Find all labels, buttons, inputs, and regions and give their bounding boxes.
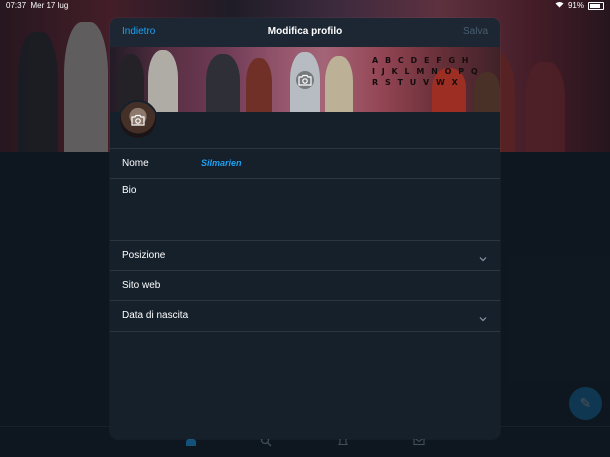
- website-field[interactable]: Sito web: [110, 271, 500, 301]
- change-header-camera-icon[interactable]: [296, 71, 314, 89]
- status-bar: 07:37 Mer 17 lug 91%: [0, 0, 610, 12]
- battery-percent: 91%: [567, 1, 584, 10]
- website-label: Sito web: [122, 280, 161, 291]
- name-value[interactable]: Silmarien: [201, 158, 242, 168]
- bio-field[interactable]: Bio: [110, 179, 500, 241]
- status-time: 07:37: [6, 1, 27, 10]
- location-label: Posizione: [122, 250, 166, 261]
- save-button[interactable]: Salva: [463, 26, 488, 37]
- header-image[interactable]: A B C D E F G H I J K L M N O P Q R S T …: [110, 47, 500, 112]
- name-field[interactable]: Nome Silmarien: [110, 149, 500, 179]
- chevron-down-icon: [478, 311, 488, 322]
- birthdate-field[interactable]: Data di nascita: [110, 301, 500, 332]
- battery-icon: [588, 1, 604, 10]
- edit-profile-modal: Indietro Modifica profilo Salva A B C D …: [110, 18, 500, 439]
- wifi-icon: [555, 1, 564, 10]
- status-date: Mer 17 lug: [30, 1, 69, 10]
- location-field[interactable]: Posizione: [110, 241, 500, 271]
- name-label: Nome: [122, 158, 149, 169]
- bio-label: Bio: [122, 185, 137, 196]
- birthdate-label: Data di nascita: [122, 310, 189, 321]
- avatar[interactable]: [118, 100, 158, 140]
- change-avatar-camera-icon[interactable]: [120, 102, 156, 138]
- modal-header: Indietro Modifica profilo Salva: [110, 18, 500, 47]
- modal-title: Modifica profilo: [267, 26, 343, 37]
- chevron-down-icon: [478, 251, 488, 262]
